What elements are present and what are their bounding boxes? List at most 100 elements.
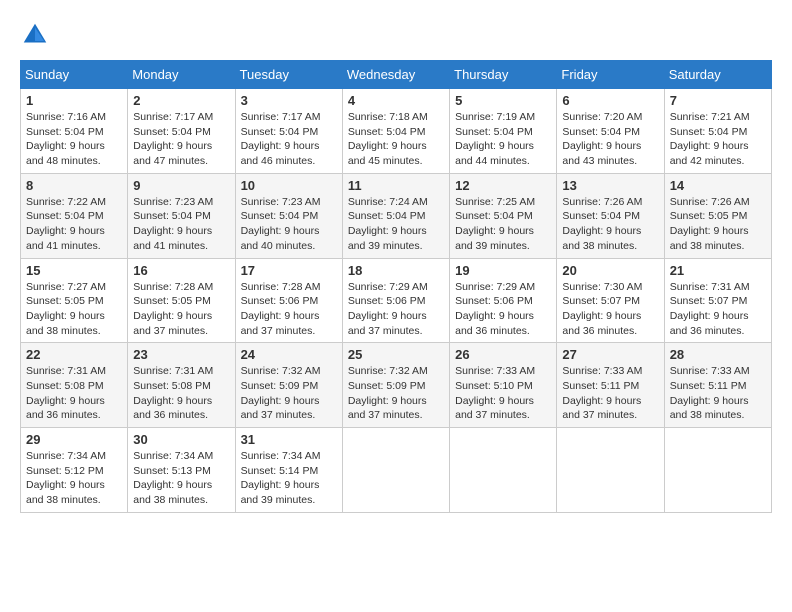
day-number: 30 (133, 432, 229, 447)
day-info: Sunrise: 7:17 AM Sunset: 5:04 PM Dayligh… (133, 110, 229, 169)
day-info: Sunrise: 7:20 AM Sunset: 5:04 PM Dayligh… (562, 110, 658, 169)
day-info: Sunrise: 7:33 AM Sunset: 5:11 PM Dayligh… (562, 364, 658, 423)
calendar-cell: 27 Sunrise: 7:33 AM Sunset: 5:11 PM Dayl… (557, 343, 664, 428)
calendar-cell: 21 Sunrise: 7:31 AM Sunset: 5:07 PM Dayl… (664, 258, 771, 343)
day-info: Sunrise: 7:19 AM Sunset: 5:04 PM Dayligh… (455, 110, 551, 169)
calendar-cell (557, 428, 664, 513)
day-number: 19 (455, 263, 551, 278)
calendar-cell (664, 428, 771, 513)
week-row-2: 8 Sunrise: 7:22 AM Sunset: 5:04 PM Dayli… (21, 173, 772, 258)
calendar-cell: 6 Sunrise: 7:20 AM Sunset: 5:04 PM Dayli… (557, 89, 664, 174)
weekday-header-monday: Monday (128, 61, 235, 89)
calendar-cell: 15 Sunrise: 7:27 AM Sunset: 5:05 PM Dayl… (21, 258, 128, 343)
day-info: Sunrise: 7:28 AM Sunset: 5:06 PM Dayligh… (241, 280, 337, 339)
day-info: Sunrise: 7:17 AM Sunset: 5:04 PM Dayligh… (241, 110, 337, 169)
day-info: Sunrise: 7:18 AM Sunset: 5:04 PM Dayligh… (348, 110, 444, 169)
calendar-table: SundayMondayTuesdayWednesdayThursdayFrid… (20, 60, 772, 513)
calendar-cell: 22 Sunrise: 7:31 AM Sunset: 5:08 PM Dayl… (21, 343, 128, 428)
weekday-header-saturday: Saturday (664, 61, 771, 89)
day-number: 6 (562, 93, 658, 108)
day-number: 5 (455, 93, 551, 108)
day-number: 27 (562, 347, 658, 362)
day-info: Sunrise: 7:26 AM Sunset: 5:04 PM Dayligh… (562, 195, 658, 254)
day-number: 13 (562, 178, 658, 193)
day-number: 18 (348, 263, 444, 278)
day-info: Sunrise: 7:32 AM Sunset: 5:09 PM Dayligh… (348, 364, 444, 423)
day-info: Sunrise: 7:34 AM Sunset: 5:12 PM Dayligh… (26, 449, 122, 508)
day-info: Sunrise: 7:34 AM Sunset: 5:14 PM Dayligh… (241, 449, 337, 508)
calendar-cell: 31 Sunrise: 7:34 AM Sunset: 5:14 PM Dayl… (235, 428, 342, 513)
day-info: Sunrise: 7:21 AM Sunset: 5:04 PM Dayligh… (670, 110, 766, 169)
day-number: 23 (133, 347, 229, 362)
weekday-header-thursday: Thursday (450, 61, 557, 89)
week-row-4: 22 Sunrise: 7:31 AM Sunset: 5:08 PM Dayl… (21, 343, 772, 428)
calendar-cell: 11 Sunrise: 7:24 AM Sunset: 5:04 PM Dayl… (342, 173, 449, 258)
weekday-header-sunday: Sunday (21, 61, 128, 89)
day-number: 17 (241, 263, 337, 278)
day-number: 11 (348, 178, 444, 193)
calendar-cell: 8 Sunrise: 7:22 AM Sunset: 5:04 PM Dayli… (21, 173, 128, 258)
calendar-cell: 28 Sunrise: 7:33 AM Sunset: 5:11 PM Dayl… (664, 343, 771, 428)
calendar-cell: 25 Sunrise: 7:32 AM Sunset: 5:09 PM Dayl… (342, 343, 449, 428)
day-number: 25 (348, 347, 444, 362)
day-info: Sunrise: 7:24 AM Sunset: 5:04 PM Dayligh… (348, 195, 444, 254)
calendar-cell: 4 Sunrise: 7:18 AM Sunset: 5:04 PM Dayli… (342, 89, 449, 174)
day-info: Sunrise: 7:23 AM Sunset: 5:04 PM Dayligh… (133, 195, 229, 254)
day-info: Sunrise: 7:16 AM Sunset: 5:04 PM Dayligh… (26, 110, 122, 169)
day-number: 21 (670, 263, 766, 278)
day-info: Sunrise: 7:28 AM Sunset: 5:05 PM Dayligh… (133, 280, 229, 339)
day-number: 10 (241, 178, 337, 193)
logo-icon (20, 20, 50, 50)
day-number: 12 (455, 178, 551, 193)
calendar-cell: 16 Sunrise: 7:28 AM Sunset: 5:05 PM Dayl… (128, 258, 235, 343)
calendar-cell: 26 Sunrise: 7:33 AM Sunset: 5:10 PM Dayl… (450, 343, 557, 428)
day-number: 29 (26, 432, 122, 447)
week-row-3: 15 Sunrise: 7:27 AM Sunset: 5:05 PM Dayl… (21, 258, 772, 343)
day-number: 14 (670, 178, 766, 193)
calendar-cell: 20 Sunrise: 7:30 AM Sunset: 5:07 PM Dayl… (557, 258, 664, 343)
day-number: 1 (26, 93, 122, 108)
weekday-header-friday: Friday (557, 61, 664, 89)
day-info: Sunrise: 7:34 AM Sunset: 5:13 PM Dayligh… (133, 449, 229, 508)
calendar-cell: 5 Sunrise: 7:19 AM Sunset: 5:04 PM Dayli… (450, 89, 557, 174)
page-header (20, 20, 772, 50)
day-number: 28 (670, 347, 766, 362)
day-number: 26 (455, 347, 551, 362)
calendar-cell: 30 Sunrise: 7:34 AM Sunset: 5:13 PM Dayl… (128, 428, 235, 513)
calendar-cell: 10 Sunrise: 7:23 AM Sunset: 5:04 PM Dayl… (235, 173, 342, 258)
day-info: Sunrise: 7:30 AM Sunset: 5:07 PM Dayligh… (562, 280, 658, 339)
day-number: 4 (348, 93, 444, 108)
calendar-cell: 12 Sunrise: 7:25 AM Sunset: 5:04 PM Dayl… (450, 173, 557, 258)
calendar-cell: 17 Sunrise: 7:28 AM Sunset: 5:06 PM Dayl… (235, 258, 342, 343)
calendar-cell (342, 428, 449, 513)
day-number: 20 (562, 263, 658, 278)
day-info: Sunrise: 7:22 AM Sunset: 5:04 PM Dayligh… (26, 195, 122, 254)
day-number: 16 (133, 263, 229, 278)
day-info: Sunrise: 7:31 AM Sunset: 5:08 PM Dayligh… (26, 364, 122, 423)
day-info: Sunrise: 7:29 AM Sunset: 5:06 PM Dayligh… (455, 280, 551, 339)
calendar-cell: 19 Sunrise: 7:29 AM Sunset: 5:06 PM Dayl… (450, 258, 557, 343)
calendar-cell: 2 Sunrise: 7:17 AM Sunset: 5:04 PM Dayli… (128, 89, 235, 174)
calendar-cell: 29 Sunrise: 7:34 AM Sunset: 5:12 PM Dayl… (21, 428, 128, 513)
day-info: Sunrise: 7:26 AM Sunset: 5:05 PM Dayligh… (670, 195, 766, 254)
day-number: 3 (241, 93, 337, 108)
week-row-1: 1 Sunrise: 7:16 AM Sunset: 5:04 PM Dayli… (21, 89, 772, 174)
calendar-cell (450, 428, 557, 513)
calendar-cell: 9 Sunrise: 7:23 AM Sunset: 5:04 PM Dayli… (128, 173, 235, 258)
weekday-header-row: SundayMondayTuesdayWednesdayThursdayFrid… (21, 61, 772, 89)
calendar-cell: 23 Sunrise: 7:31 AM Sunset: 5:08 PM Dayl… (128, 343, 235, 428)
day-number: 22 (26, 347, 122, 362)
day-number: 24 (241, 347, 337, 362)
day-info: Sunrise: 7:23 AM Sunset: 5:04 PM Dayligh… (241, 195, 337, 254)
calendar-cell: 18 Sunrise: 7:29 AM Sunset: 5:06 PM Dayl… (342, 258, 449, 343)
calendar-cell: 24 Sunrise: 7:32 AM Sunset: 5:09 PM Dayl… (235, 343, 342, 428)
week-row-5: 29 Sunrise: 7:34 AM Sunset: 5:12 PM Dayl… (21, 428, 772, 513)
day-info: Sunrise: 7:33 AM Sunset: 5:10 PM Dayligh… (455, 364, 551, 423)
calendar-cell: 1 Sunrise: 7:16 AM Sunset: 5:04 PM Dayli… (21, 89, 128, 174)
calendar-cell: 7 Sunrise: 7:21 AM Sunset: 5:04 PM Dayli… (664, 89, 771, 174)
day-number: 8 (26, 178, 122, 193)
day-info: Sunrise: 7:29 AM Sunset: 5:06 PM Dayligh… (348, 280, 444, 339)
calendar-cell: 13 Sunrise: 7:26 AM Sunset: 5:04 PM Dayl… (557, 173, 664, 258)
day-number: 9 (133, 178, 229, 193)
day-info: Sunrise: 7:31 AM Sunset: 5:08 PM Dayligh… (133, 364, 229, 423)
